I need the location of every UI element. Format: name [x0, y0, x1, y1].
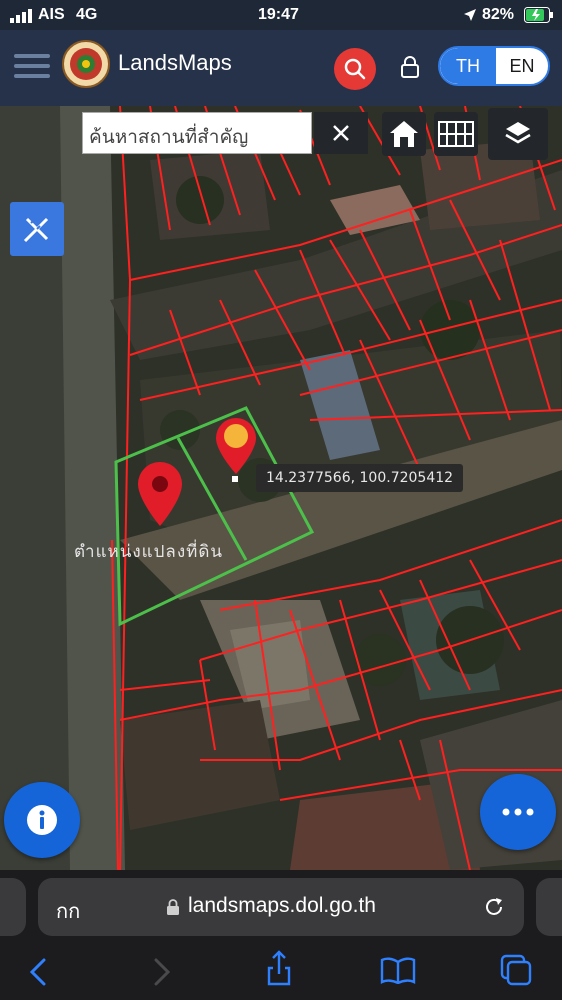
grid-icon: [438, 121, 474, 147]
parcel-grid-button[interactable]: [434, 112, 478, 156]
place-search-input[interactable]: ค้นหาสถานที่สำคัญ: [82, 112, 312, 154]
forward-arrow-icon[interactable]: [150, 958, 172, 986]
battery-icon: [524, 7, 553, 23]
lock-icon[interactable]: [400, 56, 420, 78]
department-logo-icon: [62, 40, 110, 88]
tabs-icon[interactable]: [500, 954, 532, 986]
lang-en-button[interactable]: EN: [496, 48, 548, 84]
lang-th-button[interactable]: TH: [440, 48, 496, 84]
carrier-label: AIS: [38, 6, 65, 23]
status-bar: AIS 4G 19:47 82%: [0, 0, 562, 30]
draw-tool-button[interactable]: [10, 202, 64, 256]
info-button[interactable]: [4, 782, 80, 858]
pencil-ruler-icon: [23, 217, 49, 243]
coordinate-readout: 14.2377566, 100.7205412: [256, 464, 464, 492]
share-icon[interactable]: [264, 950, 294, 986]
address-bar[interactable]: กก landsmaps.dol.go.th: [38, 878, 524, 936]
close-icon: [333, 125, 349, 141]
app-header: LandsMaps TH EN: [0, 30, 562, 106]
next-tab-peek[interactable]: [536, 878, 562, 936]
search-button[interactable]: [334, 48, 376, 90]
clear-search-button[interactable]: [314, 112, 368, 154]
more-options-button[interactable]: [480, 774, 556, 850]
search-icon: [344, 58, 366, 80]
hamburger-menu-icon[interactable]: [14, 52, 50, 80]
battery-percent: 82%: [482, 6, 515, 23]
home-button[interactable]: [382, 112, 426, 156]
signal-icon: [10, 9, 32, 23]
time-label: 19:47: [258, 6, 299, 23]
reader-text-size-button[interactable]: กก: [56, 895, 80, 927]
app-title: LandsMaps: [118, 50, 232, 75]
bookmarks-book-icon[interactable]: [380, 956, 416, 984]
more-dots-icon: [502, 808, 534, 816]
browser-toolbar: [0, 942, 562, 1000]
location-arrow-icon: [464, 9, 476, 21]
reload-icon[interactable]: [482, 895, 506, 919]
previous-tab-peek[interactable]: [0, 878, 26, 936]
info-icon: [27, 805, 57, 835]
parcel-location-label: ตำแหน่งแปลงที่ดิน: [74, 542, 224, 562]
language-toggle: TH EN: [438, 46, 550, 86]
network-label: 4G: [76, 6, 98, 23]
back-arrow-icon[interactable]: [28, 958, 50, 986]
layers-icon: [505, 122, 531, 144]
lock-icon: [167, 899, 179, 915]
layers-button[interactable]: [488, 108, 548, 160]
url-text: landsmaps.dol.go.th: [188, 894, 376, 917]
home-icon: [390, 121, 418, 147]
